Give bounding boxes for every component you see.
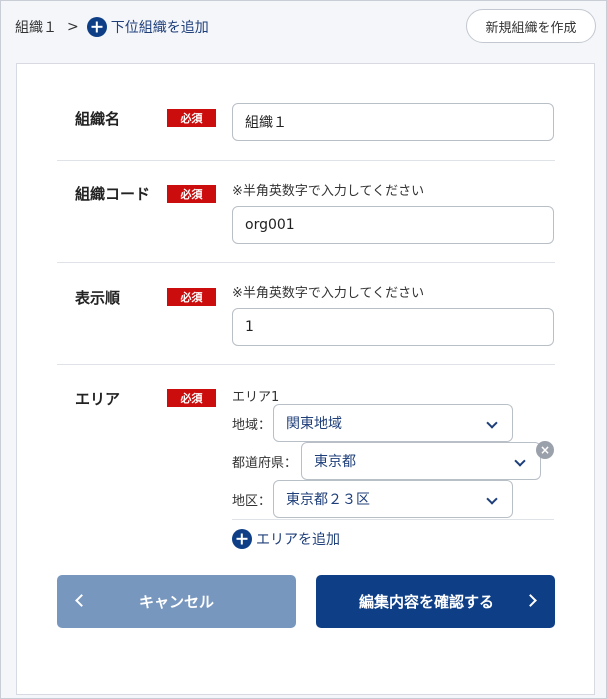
page-frame: 組織１ > 下位組織を追加 新規組織を作成 組織名 必須 組織１ 組織コード 必…: [0, 0, 607, 699]
display-order-input[interactable]: 1: [232, 308, 554, 346]
confirm-edit-button[interactable]: 編集内容を確認する: [316, 575, 555, 628]
breadcrumb-separator: >: [67, 19, 79, 35]
chevron-down-icon: [486, 493, 498, 505]
org-code-row: 組織コード 必須 ※半角英数字で入力してください org001: [57, 161, 555, 263]
cancel-button-label: キャンセル: [138, 593, 214, 611]
org-name-row: 組織名 必須 組織１: [57, 86, 555, 161]
edit-form-card: 組織名 必須 組織１ 組織コード 必須 ※半角英数字で入力してください org0…: [16, 63, 595, 695]
prefecture-label: 都道府県：: [232, 456, 298, 471]
plus-circle-icon: [232, 529, 252, 549]
chevron-left-icon: [75, 594, 88, 607]
required-badge: 必須: [167, 109, 216, 127]
district-select[interactable]: 東京都２３区: [273, 480, 513, 518]
add-child-org-link[interactable]: 下位組織を追加: [86, 17, 209, 37]
area-title: エリア1: [232, 390, 280, 405]
area-label: エリア: [75, 390, 121, 408]
display-order-row: 表示順 必須 ※半角英数字で入力してください 1: [57, 263, 555, 365]
prefecture-select[interactable]: 東京都: [301, 442, 541, 480]
region-select[interactable]: 関東地域: [273, 404, 513, 442]
cancel-button[interactable]: キャンセル: [57, 575, 296, 628]
chevron-right-icon: [524, 594, 537, 607]
add-area-link[interactable]: エリアを追加: [232, 529, 340, 549]
region-value: 関東地域: [286, 416, 342, 432]
display-order-note: ※半角英数字で入力してください: [232, 286, 425, 301]
add-child-org-label: 下位組織を追加: [110, 20, 209, 36]
confirm-edit-button-label: 編集内容を確認する: [358, 593, 494, 611]
new-org-button[interactable]: 新規組織を作成: [466, 9, 596, 43]
area-row: エリア 必須 エリア1 地域： 関東地域 都道府県： 東京都 × 地区： 東京都…: [57, 365, 555, 560]
org-name-label: 組織名: [75, 110, 121, 128]
area-divider: [232, 519, 554, 520]
district-label: 地区：: [232, 494, 272, 509]
display-order-label: 表示順: [75, 289, 121, 307]
org-name-input[interactable]: 組織１: [232, 103, 554, 141]
breadcrumb-current: 組織１: [15, 20, 57, 36]
remove-area-icon[interactable]: ×: [536, 441, 554, 459]
org-code-input[interactable]: org001: [232, 206, 554, 244]
chevron-down-icon: [514, 455, 526, 467]
plus-circle-icon: [86, 17, 107, 37]
org-code-note: ※半角英数字で入力してください: [232, 184, 425, 199]
required-badge: 必須: [167, 185, 216, 203]
chevron-down-icon: [486, 417, 498, 429]
required-badge: 必須: [167, 288, 216, 306]
prefecture-value: 東京都: [314, 454, 356, 470]
required-badge: 必須: [167, 389, 216, 407]
district-value: 東京都２３区: [286, 492, 370, 508]
breadcrumb: 組織１ > 下位組織を追加: [15, 17, 209, 37]
org-code-label: 組織コード: [75, 185, 151, 203]
add-area-label: エリアを追加: [256, 532, 340, 548]
region-label: 地域：: [232, 418, 272, 433]
